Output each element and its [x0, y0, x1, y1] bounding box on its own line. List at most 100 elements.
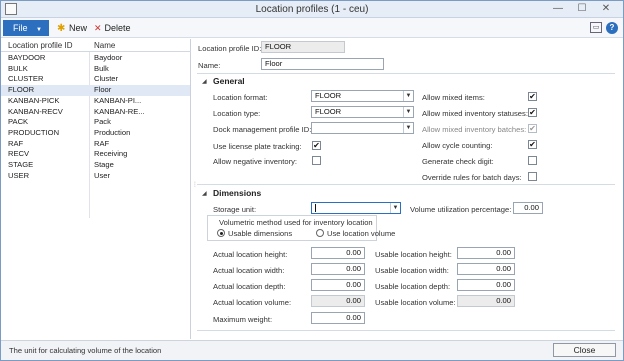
delete-button[interactable]: ✕ Delete: [94, 21, 131, 35]
list-item[interactable]: PACK Pack: [1, 117, 190, 128]
dock-profile-label: Dock management profile ID:: [213, 125, 312, 134]
dock-profile-select[interactable]: ▼: [311, 122, 414, 134]
usable-volume-field: 0.00: [457, 295, 515, 307]
list-item-id: PACK: [8, 117, 29, 127]
chevron-down-icon[interactable]: ▼: [390, 203, 400, 213]
list-item[interactable]: KANBAN-PICK KANBAN-PI...: [1, 96, 190, 107]
actual-height-field[interactable]: 0.00: [311, 247, 365, 259]
usable-width-field[interactable]: 0.00: [457, 263, 515, 275]
chevron-down-icon[interactable]: ▼: [403, 91, 413, 101]
radio-usable-dimensions[interactable]: [217, 229, 225, 237]
file-menu-button[interactable]: File ▼: [3, 20, 49, 36]
usable-volume-label: Usable location volume:: [375, 298, 456, 307]
new-star-icon: ✱: [57, 23, 66, 34]
divider: [197, 184, 615, 185]
list-item[interactable]: RECV Receiving: [1, 149, 190, 160]
close-window-button[interactable]: ✕: [595, 2, 617, 16]
actual-depth-field[interactable]: 0.00: [311, 279, 365, 291]
collapse-triangle-icon[interactable]: ◢: [202, 190, 207, 197]
list-item[interactable]: CLUSTER Cluster: [1, 74, 190, 85]
list-item-name: Production: [94, 127, 131, 137]
max-weight-label: Maximum weight:: [213, 315, 273, 324]
close-button[interactable]: Close: [553, 343, 616, 357]
usable-width-label: Usable location width:: [375, 266, 449, 275]
negative-inventory-label: Allow negative inventory:: [213, 157, 297, 166]
storage-unit-select[interactable]: ▼: [311, 202, 401, 214]
location-format-label: Location format:: [213, 93, 268, 102]
check-digit-checkbox[interactable]: [528, 156, 537, 165]
list-item-id: PRODUCTION: [8, 127, 60, 137]
list-item-id: KANBAN-RECV: [8, 106, 63, 116]
max-weight-field[interactable]: 0.00: [311, 312, 365, 324]
list-item-name: KANBAN-RE...: [94, 106, 145, 116]
list-item-id: KANBAN-PICK: [8, 95, 60, 105]
override-batch-checkbox[interactable]: [528, 172, 537, 181]
usable-depth-field[interactable]: 0.00: [457, 279, 515, 291]
minimize-button[interactable]: —: [547, 2, 569, 16]
usable-depth-label: Usable location depth:: [375, 282, 451, 291]
list-item[interactable]: USER User: [1, 171, 190, 182]
list-header: Location profile ID Name: [1, 39, 191, 52]
negative-inventory-checkbox[interactable]: [312, 156, 321, 165]
license-plate-checkbox[interactable]: ✔: [312, 141, 321, 150]
list-item[interactable]: FLOOR Floor: [1, 85, 190, 96]
dimensions-section-title[interactable]: Dimensions: [213, 188, 261, 198]
list-item-id: BULK: [8, 63, 28, 73]
location-volume-label[interactable]: Use location volume: [327, 229, 395, 238]
check-digit-label: Generate check digit:: [422, 157, 494, 166]
mixed-status-label: Allow mixed inventory statuses:: [422, 109, 528, 118]
volume-utilization-field[interactable]: 0.00: [513, 202, 543, 214]
splitter-grip-icon[interactable]: ⋮: [192, 181, 198, 189]
collapse-triangle-icon[interactable]: ◢: [202, 78, 207, 85]
list-item-id: RAF: [8, 138, 24, 148]
actual-height-label: Actual location height:: [213, 250, 288, 259]
chevron-down-icon[interactable]: ▼: [403, 107, 413, 117]
window-title: Location profiles (1 - ceu): [255, 4, 369, 15]
list-item[interactable]: BAYDOOR Baydoor: [1, 53, 190, 64]
location-type-label: Location type:: [213, 109, 261, 118]
cycle-counting-checkbox[interactable]: ✔: [528, 140, 537, 149]
general-section-title[interactable]: General: [213, 76, 245, 86]
list-item[interactable]: STAGE Stage: [1, 160, 190, 171]
list-item[interactable]: KANBAN-RECV KANBAN-RE...: [1, 107, 190, 118]
list-item-name: KANBAN-PI...: [94, 95, 142, 105]
column-header-name[interactable]: Name: [94, 41, 115, 50]
new-button[interactable]: ✱ New: [57, 21, 87, 35]
list-item-name: User: [94, 170, 111, 180]
radio-location-volume[interactable]: [316, 229, 324, 237]
list-item-name: Bulk: [94, 63, 109, 73]
list-item[interactable]: BULK Bulk: [1, 64, 190, 75]
column-header-id[interactable]: Location profile ID: [8, 41, 72, 50]
usable-height-field[interactable]: 0.00: [457, 247, 515, 259]
window: Location profiles (1 - ceu) — ☐ ✕ File ▼…: [0, 0, 624, 361]
volumetric-method-label: Volumetric method used for inventory loc…: [219, 218, 373, 227]
divider: [197, 73, 615, 74]
chevron-down-icon[interactable]: ▼: [403, 123, 413, 133]
list-item-id: BAYDOOR: [8, 53, 46, 62]
list-item[interactable]: RAF RAF: [1, 139, 190, 150]
location-type-select[interactable]: FLOOR ▼: [311, 106, 414, 118]
list-item-id: USER: [8, 170, 30, 180]
actual-volume-label: Actual location volume:: [213, 298, 292, 307]
usable-height-label: Usable location height:: [375, 250, 452, 259]
list-item-name: Cluster: [94, 74, 119, 84]
actual-width-field[interactable]: 0.00: [311, 263, 365, 275]
list-item-id: CLUSTER: [8, 74, 44, 84]
list-item-name: Stage: [94, 160, 114, 169]
actual-width-label: Actual location width:: [213, 266, 285, 275]
help-icon[interactable]: ?: [606, 22, 618, 34]
file-menu-label: File: [13, 23, 28, 33]
mixed-items-label: Allow mixed items:: [422, 93, 485, 102]
divider: [197, 330, 615, 331]
list-item-id: STAGE: [8, 160, 34, 169]
mixed-status-checkbox[interactable]: ✔: [528, 108, 537, 117]
list-item-name: Floor: [94, 85, 112, 95]
maximize-button[interactable]: ☐: [571, 2, 593, 16]
collapse-pane-icon[interactable]: ▭: [590, 22, 602, 33]
list-item[interactable]: PRODUCTION Production: [1, 128, 190, 139]
location-format-select[interactable]: FLOOR ▼: [311, 90, 414, 102]
list-item-name: RAF: [94, 138, 110, 148]
name-field[interactable]: Floor: [261, 58, 384, 70]
mixed-items-checkbox[interactable]: ✔: [528, 92, 537, 101]
usable-dimensions-label[interactable]: Usable dimensions: [228, 229, 292, 238]
